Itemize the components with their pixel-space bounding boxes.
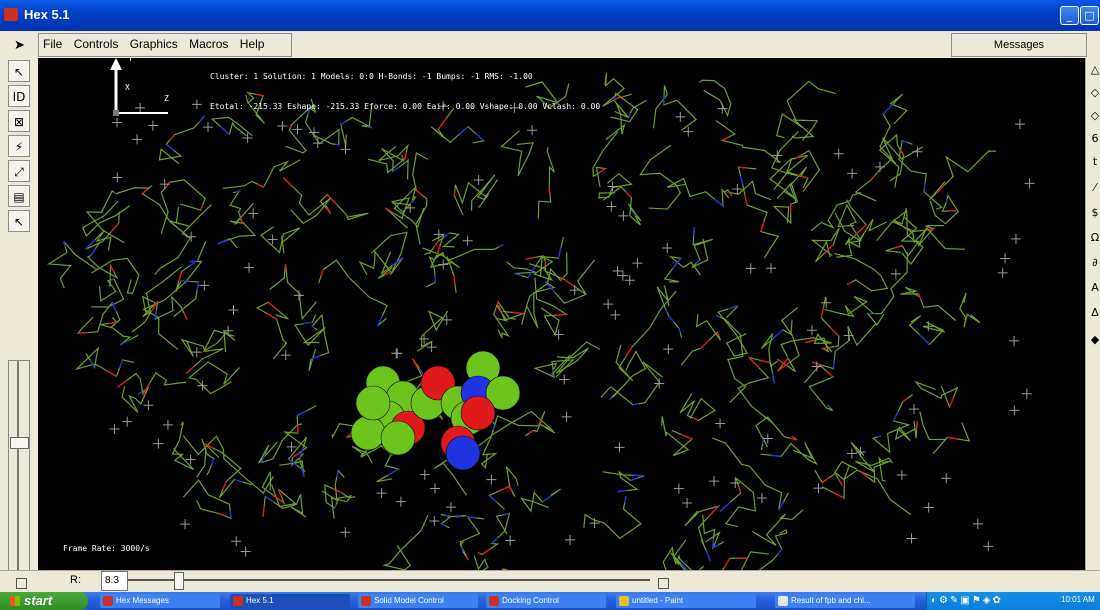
right-tool-12[interactable]: ◆ [1089, 330, 1100, 350]
hex-icon [361, 596, 371, 606]
window-title-bar[interactable]: Hex 5.1 _ □ [0, 0, 1100, 32]
right-tool-8[interactable]: Ω [1089, 228, 1100, 248]
hammer-tool-button[interactable]: ↖ [8, 210, 30, 232]
windows-taskbar: start Hex Messages Hex 5.1 Solid Model C… [0, 592, 1100, 610]
minimize-button[interactable]: _ [1060, 6, 1079, 25]
task-label: Result of fpb and chl... [791, 596, 871, 605]
ligand-atom [350, 415, 386, 451]
r-label: R: [70, 574, 81, 586]
cluster-info: Cluster: 1 Solution: 1 Models: 0:0 H-Bon… [210, 72, 533, 81]
pointer-tool-icon[interactable]: ➤ [14, 38, 25, 53]
select-tool-button[interactable]: ↖ [8, 60, 30, 82]
left-toolbar: ↖ ID ⊠ ⚡ ⤢ ▤ ↖ [0, 58, 39, 598]
menu-graphics[interactable]: Graphics [126, 34, 182, 54]
task-label: Hex Messages [116, 596, 169, 605]
energy-info: Etotal: -215.33 Eshape: -215.33 Eforce: … [210, 102, 601, 111]
ligand-atom [445, 435, 481, 471]
right-tool-1[interactable]: △ [1089, 60, 1100, 80]
system-tray: ◐⚙✎▣⚑◈✿ 10:01 AM [926, 592, 1100, 610]
menu-file[interactable]: File [39, 34, 66, 54]
start-label: start [24, 593, 53, 608]
r-slider[interactable] [128, 572, 650, 590]
task-result-document[interactable]: Result of fpb and chl... [775, 594, 915, 608]
task-hex-messages[interactable]: Hex Messages [100, 594, 220, 608]
task-docking-control[interactable]: Docking Control [486, 594, 606, 608]
window-title: Hex 5.1 [24, 7, 70, 22]
right-tool-10[interactable]: A [1089, 278, 1100, 298]
paint-icon [619, 596, 629, 606]
task-solid-model-control[interactable]: Solid Model Control [358, 594, 478, 608]
right-tool-7[interactable]: $ [1089, 203, 1100, 223]
measure-tool-button[interactable]: ⤢ [8, 160, 30, 182]
hex-icon [233, 596, 243, 606]
messages-button[interactable]: Messages [951, 33, 1087, 57]
right-toolbar: △ ◇ ◇ 6 t ⁄ $ Ω ∂ A Δ ◆ [1085, 58, 1100, 570]
identify-tool-button[interactable]: ID [8, 85, 30, 107]
menu-controls[interactable]: Controls [70, 34, 123, 54]
layer-tool-button[interactable]: ▤ [8, 185, 30, 207]
menu-help[interactable]: Help [236, 34, 269, 54]
hex-app-icon [4, 8, 18, 21]
bottom-control-bar: R: 8.3 [0, 570, 1100, 593]
slider-thumb[interactable] [10, 437, 29, 449]
clock: 10:01 AM [1061, 595, 1095, 604]
axis-label-z: Z [164, 94, 169, 103]
water-markers [109, 99, 1035, 557]
ligand-atom [380, 420, 416, 456]
task-label: Docking Control [502, 596, 559, 605]
zoom-vertical-slider[interactable] [8, 360, 30, 598]
menu-macros[interactable]: Macros [185, 34, 232, 54]
windows-logo-icon [10, 596, 20, 606]
axis-indicator [110, 58, 168, 116]
tray-icons[interactable]: ◐⚙✎▣⚑◈✿ [931, 595, 1003, 606]
frame-rate: Frame Rate: 3000/s [63, 544, 150, 553]
lightning-tool-button[interactable]: ⚡ [8, 135, 30, 157]
right-tool-6[interactable]: ⁄ [1089, 178, 1100, 198]
task-label: Solid Model Control [374, 596, 444, 605]
maximize-button[interactable]: □ [1080, 6, 1099, 25]
axis-label-y: Y [128, 58, 133, 63]
r-value-field[interactable]: 8.3 [101, 571, 128, 591]
axis-label-x: X [125, 83, 130, 92]
clear-tool-button[interactable]: ⊠ [8, 110, 30, 132]
protein-backbone [46, 72, 997, 570]
document-icon [778, 596, 788, 606]
molecule-canvas[interactable] [38, 58, 1085, 570]
ligand-atom [355, 385, 391, 421]
bottom-left-box[interactable] [16, 578, 27, 589]
start-button[interactable]: start [0, 592, 88, 610]
hex-icon [103, 596, 113, 606]
r-slider-thumb[interactable] [174, 572, 184, 590]
right-tool-5[interactable]: t [1089, 152, 1100, 172]
molecular-viewport[interactable]: X Y Z Cluster: 1 Solution: 1 Models: 0:0… [38, 58, 1085, 570]
right-tool-2[interactable]: ◇ [1089, 83, 1100, 103]
slider-track [17, 361, 19, 597]
hex-icon [489, 596, 499, 606]
right-tool-3[interactable]: ◇ [1089, 106, 1100, 126]
ligand-spacefill [350, 350, 521, 471]
task-hex-main[interactable]: Hex 5.1 [230, 594, 350, 608]
right-tool-9[interactable]: ∂ [1089, 253, 1100, 273]
task-paint[interactable]: untitled - Paint [616, 594, 756, 608]
main-menu: File Controls Graphics Macros Help [38, 33, 292, 57]
menu-bar: File Controls Graphics Macros Help Messa… [0, 31, 1100, 59]
right-tool-4[interactable]: 6 [1089, 129, 1100, 149]
right-tool-11[interactable]: Δ [1089, 303, 1100, 323]
task-label: untitled - Paint [632, 596, 684, 605]
ligand-atom [460, 395, 496, 431]
task-label: Hex 5.1 [246, 596, 274, 605]
bottom-right-box[interactable] [658, 578, 669, 589]
